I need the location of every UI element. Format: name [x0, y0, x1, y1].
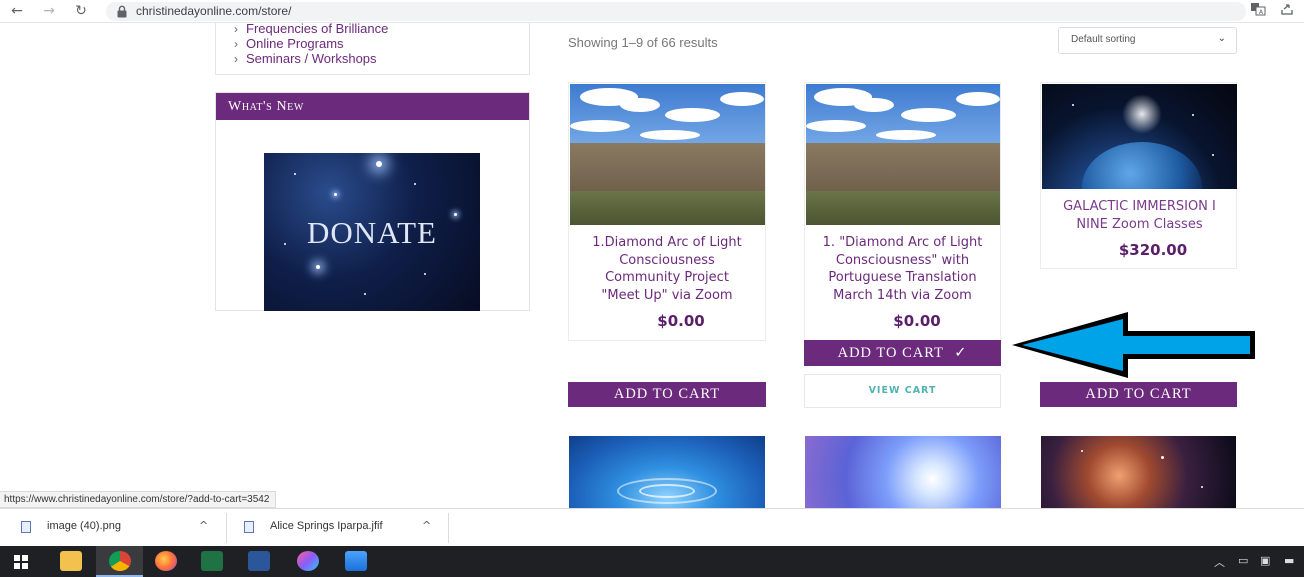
product-card: GALACTIC IMMERSION I NINE Zoom Classes $…: [1040, 82, 1237, 269]
download-item[interactable]: image (40).png ^: [21, 513, 211, 543]
sidebar-category-list: › Frequencies of Brilliance › Online Progr…: [215, 21, 530, 75]
browser-window: ← → ↻ christinedayonline.com/store/ A › F…: [0, 0, 1304, 577]
product-title[interactable]: 1.Diamond Arc of Light Consciousness Com…: [571, 234, 763, 304]
translate-icon[interactable]: A: [1249, 2, 1267, 20]
paint-3d-icon[interactable]: [297, 551, 319, 571]
donate-banner[interactable]: DONATE: [264, 153, 480, 311]
product-image-light[interactable]: [805, 436, 1001, 508]
sidebar-link-frequencies[interactable]: › Frequencies of Brilliance: [234, 21, 388, 37]
product-price: $0.00: [893, 312, 941, 330]
product-price: $0.00: [657, 312, 705, 330]
chevron-up-icon[interactable]: ^: [422, 519, 431, 532]
chrome-icon[interactable]: [109, 551, 131, 571]
download-shelf: image (40).png ^ Alice Springs Iparpa.jf…: [0, 508, 1304, 546]
product-image[interactable]: [806, 84, 1000, 225]
display-icon[interactable]: ▣: [1260, 554, 1270, 567]
browser-toolbar: ← → ↻ christinedayonline.com/store/ A: [0, 0, 1304, 23]
product-title[interactable]: 1. "Diamond Arc of Light Consciousness" …: [807, 234, 998, 304]
address-url: christinedayonline.com/store/: [136, 4, 292, 18]
windows-start-icon[interactable]: [14, 555, 28, 569]
file-icon: [244, 521, 254, 533]
product-image[interactable]: [570, 84, 765, 225]
status-bar-url: https://www.christinedayonline.com/store…: [0, 491, 277, 508]
network-icon[interactable]: ▭: [1238, 554, 1248, 567]
chevron-up-tray-icon[interactable]: ︿: [1214, 554, 1225, 570]
add-to-cart-button[interactable]: ADD TO CART: [568, 382, 766, 407]
excel-icon[interactable]: [201, 551, 223, 571]
product-image-nebula[interactable]: [1041, 436, 1236, 508]
windows-taskbar: ︿ ▭ ▣ ▬: [0, 546, 1304, 577]
back-arrow-icon[interactable]: ←: [8, 2, 26, 20]
sidebar-link-seminars[interactable]: › Seminars / Workshops: [234, 51, 377, 67]
add-to-cart-button-added[interactable]: ADD TO CART ✓: [804, 340, 1001, 366]
forward-arrow-icon[interactable]: →: [40, 2, 58, 20]
chevron-up-icon[interactable]: ^: [199, 519, 208, 532]
file-explorer-icon[interactable]: [60, 551, 82, 571]
whats-new-widget: What's New DONATE: [215, 92, 530, 311]
reload-icon[interactable]: ↻: [72, 2, 90, 20]
checkmark-icon: ✓: [954, 345, 968, 361]
download-item[interactable]: Alice Springs Iparpa.jfif ^: [244, 513, 434, 543]
photos-icon[interactable]: [345, 551, 367, 571]
sort-selected-value: Default sorting: [1071, 34, 1136, 45]
blue-arrow-annotation: [1012, 312, 1255, 378]
results-count: Showing 1–9 of 66 results: [568, 35, 718, 50]
product-card: 1.Diamond Arc of Light Consciousness Com…: [568, 82, 766, 341]
product-image-water[interactable]: [569, 436, 765, 508]
address-bar[interactable]: christinedayonline.com/store/: [106, 2, 1246, 21]
share-icon[interactable]: [1278, 2, 1296, 20]
donate-text: DONATE: [307, 215, 437, 250]
product-title[interactable]: GALACTIC IMMERSION I NINE Zoom Classes: [1043, 198, 1236, 233]
sidebar-link-online-programs[interactable]: › Online Programs: [234, 36, 344, 52]
lock-icon: [117, 5, 127, 18]
product-image[interactable]: [1042, 84, 1237, 189]
arrow-fill: [1022, 319, 1250, 371]
file-icon: [21, 521, 31, 533]
sort-select[interactable]: Default sorting ⌄: [1058, 27, 1237, 54]
add-to-cart-button[interactable]: ADD TO CART: [1040, 382, 1237, 407]
whats-new-heading: What's New: [216, 93, 529, 120]
word-icon[interactable]: [248, 551, 270, 571]
product-price: $320.00: [1118, 241, 1188, 259]
product-card: 1. "Diamond Arc of Light Consciousness" …: [804, 82, 1001, 341]
firefox-icon[interactable]: [155, 551, 177, 571]
volume-icon[interactable]: ▬: [1284, 554, 1294, 567]
chevron-down-icon: ⌄: [1217, 33, 1226, 44]
view-cart-link[interactable]: VIEW CART: [804, 374, 1001, 408]
